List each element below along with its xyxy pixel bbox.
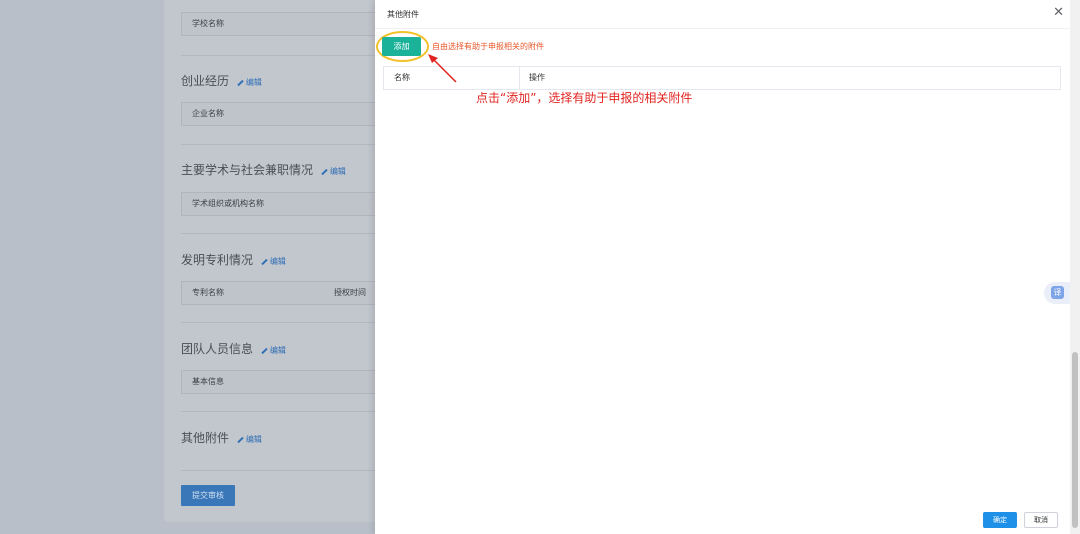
attachments-drawer: 其他附件 ✕ 添加 自由选择有助于申报相关的附件 名称 操作 点击“添加”，选择… <box>375 0 1070 534</box>
section-divider <box>181 470 391 471</box>
pencil-icon <box>261 347 268 354</box>
section-divider <box>181 322 391 323</box>
edit-link-attachments[interactable]: 编辑 <box>237 435 262 444</box>
translate-widget[interactable]: 译 <box>1044 282 1070 304</box>
pencil-icon <box>237 436 244 443</box>
pencil-icon <box>321 168 328 175</box>
cancel-button[interactable]: 取消 <box>1024 512 1058 528</box>
scrollbar-thumb[interactable] <box>1072 352 1078 528</box>
patent-table-header: 专利名称 授权时间 <box>181 281 391 305</box>
pencil-icon <box>237 79 244 86</box>
section-divider <box>181 411 391 412</box>
section-divider <box>181 55 391 56</box>
annotation-text: 点击“添加”，选择有助于申报的相关附件 <box>476 91 693 105</box>
section-divider <box>181 233 391 234</box>
close-icon[interactable]: ✕ <box>1053 5 1064 21</box>
section-title-patent: 发明专利情况 编辑 <box>181 253 286 267</box>
translate-icon: 译 <box>1051 286 1064 299</box>
edit-link-patent[interactable]: 编辑 <box>261 257 286 266</box>
section-divider <box>181 144 391 145</box>
section-title-attachments: 其他附件 编辑 <box>181 431 262 445</box>
column-separator <box>519 67 520 89</box>
annotation-arrow <box>428 54 457 83</box>
section-title-academic: 主要学术与社会兼职情况 编辑 <box>181 163 346 177</box>
table-header-action: 操作 <box>529 73 545 82</box>
confirm-button[interactable]: 确定 <box>983 512 1017 528</box>
section-title-team: 团队人员信息 编辑 <box>181 342 286 356</box>
academic-table-header: 学术组织或机构名称 <box>181 192 391 216</box>
school-name-header: 学校名称 <box>181 12 391 36</box>
pencil-icon <box>261 258 268 265</box>
attachments-table: 名称 操作 <box>383 66 1061 90</box>
team-table-header: 基本信息 <box>181 370 391 394</box>
section-title-startup: 创业经历 编辑 <box>181 74 262 88</box>
header-divider <box>375 28 1070 29</box>
startup-table-header: 企业名称 <box>181 102 391 126</box>
edit-link-startup[interactable]: 编辑 <box>237 78 262 87</box>
edit-link-academic[interactable]: 编辑 <box>321 167 346 176</box>
submit-review-button[interactable]: 提交审核 <box>181 485 235 506</box>
edit-link-team[interactable]: 编辑 <box>261 346 286 355</box>
